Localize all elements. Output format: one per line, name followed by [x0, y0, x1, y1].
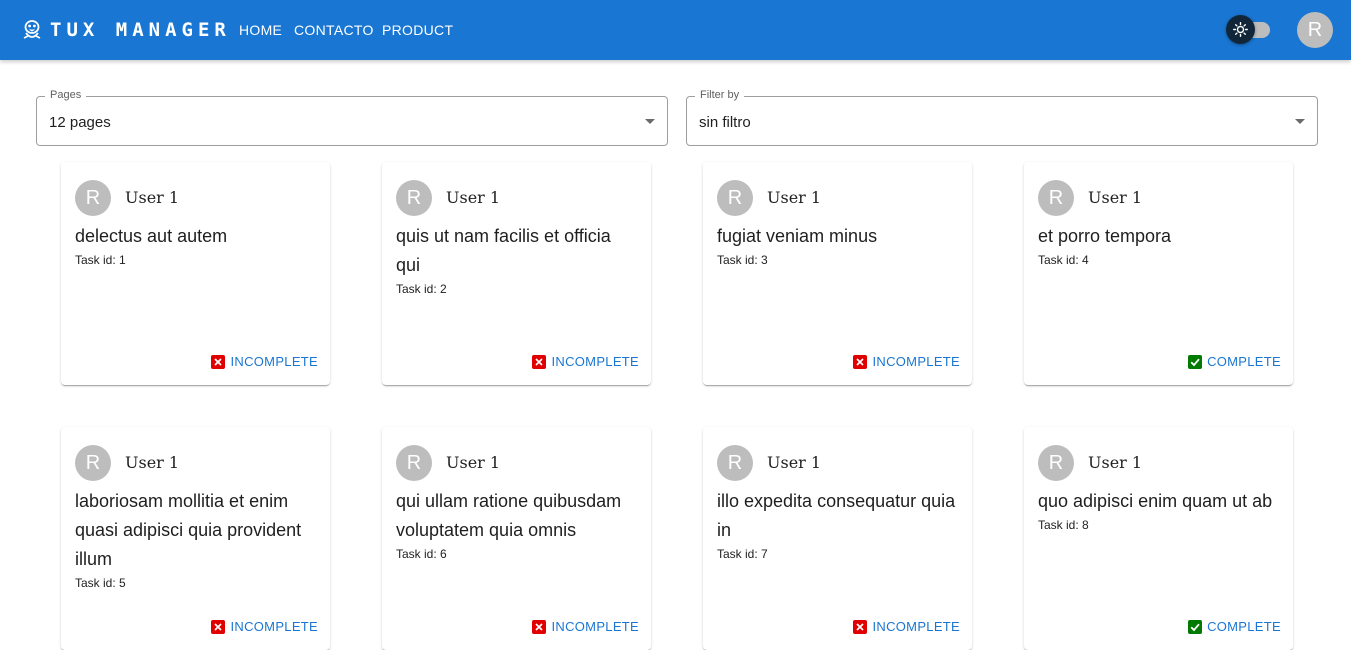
dropdown-arrow-icon — [645, 119, 655, 124]
avatar: R — [1038, 180, 1074, 216]
task-card: R User 1 qui ullam ratione quibusdam vol… — [382, 427, 651, 650]
task-card: R User 1 delectus aut autem Task id: 1 I… — [61, 162, 330, 385]
avatar: R — [75, 445, 111, 481]
pages-select[interactable]: Pages 12 pages — [36, 89, 668, 146]
tux-logo-icon — [23, 20, 41, 39]
task-id: Task id: 8 — [1038, 518, 1089, 532]
check-box-icon — [1188, 619, 1203, 634]
task-id: Task id: 6 — [396, 547, 447, 561]
task-user: User 1 — [446, 188, 501, 207]
task-card: R User 1 fugiat veniam minus Task id: 3 … — [703, 162, 972, 385]
avatar: R — [1038, 445, 1074, 481]
task-title: illo expedita consequatur quia in — [717, 491, 956, 540]
task-id: Task id: 7 — [717, 547, 768, 561]
status-button[interactable]: INCOMPLETE — [532, 354, 639, 369]
task-id: Task id: 4 — [1038, 253, 1089, 267]
task-title-block: fugiat veniam minus Task id: 3 — [717, 222, 957, 268]
task-title: et porro tempora — [1038, 226, 1172, 246]
task-title: fugiat veniam minus — [717, 226, 878, 246]
task-title: quo adipisci enim quam ut ab — [1038, 491, 1273, 511]
task-id: Task id: 5 — [75, 576, 126, 590]
dropdown-arrow-icon — [1295, 119, 1305, 124]
task-title-block: qui ullam ratione quibusdam voluptatem q… — [396, 487, 636, 562]
task-user: User 1 — [1088, 188, 1143, 207]
task-card: R User 1 laboriosam mollitia et enim qua… — [61, 427, 330, 650]
task-card: R User 1 illo expedita consequatur quia … — [703, 427, 972, 650]
task-user: User 1 — [125, 453, 180, 472]
task-user: User 1 — [446, 453, 501, 472]
pages-select-label: Pages — [45, 89, 87, 101]
close-box-icon — [532, 354, 547, 369]
nav-product[interactable]: PRODUCT — [382, 22, 453, 38]
task-title: quis ut nam facilis et officia qui — [396, 226, 611, 275]
close-box-icon — [853, 354, 868, 369]
task-user: User 1 — [1088, 453, 1143, 472]
task-title: delectus aut autem — [75, 226, 228, 246]
task-user: User 1 — [767, 188, 822, 207]
task-title: qui ullam ratione quibusdam voluptatem q… — [396, 491, 622, 540]
avatar: R — [396, 180, 432, 216]
app-bar: TUX MANAGER HOME CONTACTO PRODUCT R — [0, 0, 1351, 60]
task-id: Task id: 2 — [396, 282, 447, 296]
task-title: laboriosam mollitia et enim quasi adipis… — [75, 491, 302, 569]
status-label: INCOMPLETE — [872, 354, 960, 369]
filter-select-value: sin filtro — [699, 114, 751, 131]
status-button[interactable]: INCOMPLETE — [211, 354, 318, 369]
status-label: INCOMPLETE — [230, 354, 318, 369]
check-box-icon — [1188, 354, 1203, 369]
status-button[interactable]: INCOMPLETE — [853, 354, 960, 369]
avatar: R — [717, 445, 753, 481]
close-box-icon — [853, 619, 868, 634]
theme-toggle[interactable] — [1226, 15, 1255, 44]
task-title-block: quo adipisci enim quam ut ab Task id: 8 — [1038, 487, 1278, 533]
close-box-icon — [211, 354, 226, 369]
task-id: Task id: 1 — [75, 253, 126, 267]
avatar: R — [75, 180, 111, 216]
task-title-block: quis ut nam facilis et officia qui Task … — [396, 222, 636, 297]
task-title-block: illo expedita consequatur quia in Task i… — [717, 487, 957, 562]
pages-select-value: 12 pages — [49, 114, 111, 131]
brand-title[interactable]: TUX MANAGER — [50, 19, 231, 41]
task-card: R User 1 et porro tempora Task id: 4 COM… — [1024, 162, 1293, 385]
status-button[interactable]: COMPLETE — [1188, 354, 1281, 369]
avatar: R — [717, 180, 753, 216]
filter-select[interactable]: Filter by sin filtro — [686, 89, 1318, 146]
task-title-block: laboriosam mollitia et enim quasi adipis… — [75, 487, 315, 591]
status-label: COMPLETE — [1207, 354, 1281, 369]
close-box-icon — [532, 619, 547, 634]
avatar: R — [396, 445, 432, 481]
close-box-icon — [211, 619, 226, 634]
nav-home[interactable]: HOME — [239, 22, 282, 38]
nav-contacto[interactable]: CONTACTO — [294, 22, 374, 38]
task-title-block: delectus aut autem Task id: 1 — [75, 222, 315, 268]
task-user: User 1 — [767, 453, 822, 472]
task-title-block: et porro tempora Task id: 4 — [1038, 222, 1278, 268]
task-card: R User 1 quo adipisci enim quam ut ab Ta… — [1024, 427, 1293, 650]
task-user: User 1 — [125, 188, 180, 207]
filter-select-label: Filter by — [695, 89, 745, 101]
status-label: INCOMPLETE — [551, 354, 639, 369]
sun-icon — [1233, 22, 1248, 37]
user-avatar[interactable]: R — [1297, 12, 1333, 48]
task-id: Task id: 3 — [717, 253, 768, 267]
task-card: R User 1 quis ut nam facilis et officia … — [382, 162, 651, 385]
